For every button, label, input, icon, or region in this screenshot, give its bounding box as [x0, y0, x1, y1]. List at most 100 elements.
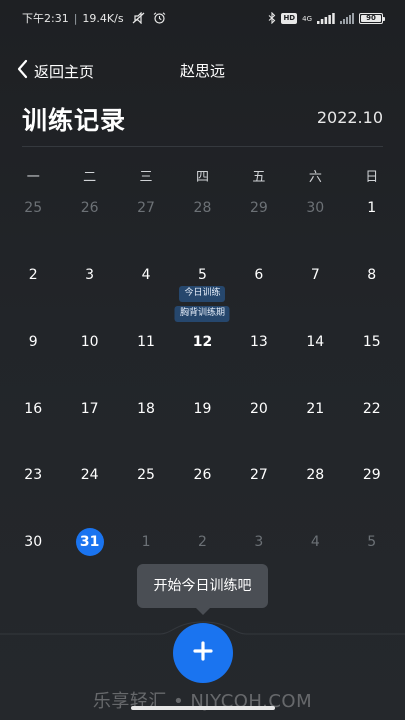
battery-level: 90: [361, 15, 381, 22]
status-right: HD 4G 90: [268, 9, 385, 28]
calendar-week-row: 30 31 1 2 3 4 5: [5, 527, 400, 557]
day-number: 25: [137, 467, 155, 483]
training-tag[interactable]: 胸背训练期: [174, 306, 230, 322]
calendar-day[interactable]: 25: [5, 193, 61, 223]
add-training-button[interactable]: [173, 623, 233, 683]
day-number: 19: [193, 401, 212, 417]
calendar-day[interactable]: 30: [287, 193, 343, 223]
day-number: 25: [24, 200, 43, 216]
day-number: 14: [306, 334, 325, 350]
calendar-day[interactable]: 11: [118, 327, 174, 357]
calendar-day[interactable]: 14: [287, 327, 343, 357]
calendar-day[interactable]: 2: [5, 260, 61, 290]
day-number: 2: [198, 534, 207, 550]
calendar-day[interactable]: 21: [287, 394, 343, 424]
calendar-day[interactable]: 1: [118, 527, 174, 557]
calendar-day[interactable]: 29: [344, 460, 400, 490]
day-number: 15: [362, 334, 381, 350]
calendar-day[interactable]: 20: [231, 394, 287, 424]
calendar-day[interactable]: 29: [231, 193, 287, 223]
calendar-day[interactable]: 5 今日训练胸背训练期: [174, 260, 230, 322]
calendar-day[interactable]: 6: [231, 260, 287, 290]
calendar-day[interactable]: 26: [61, 193, 117, 223]
calendar-day[interactable]: 3: [231, 527, 287, 557]
status-separator: |: [73, 12, 78, 25]
weekday-sun: 日: [365, 170, 379, 185]
network-type: 4G: [302, 14, 312, 23]
bluetooth-icon: [268, 9, 276, 28]
weekday-thu: 四: [195, 170, 209, 185]
battery-icon: 90: [359, 13, 385, 24]
calendar-day-selected[interactable]: 31: [61, 527, 117, 557]
calendar-day[interactable]: 26: [174, 460, 230, 490]
page-title: 训练记录: [22, 106, 127, 135]
day-number: 29: [249, 200, 268, 216]
day-number: 9: [28, 334, 38, 350]
calendar-day[interactable]: 8: [344, 260, 400, 290]
weekday-mon: 一: [26, 170, 40, 185]
calendar-day[interactable]: 13: [231, 327, 287, 357]
calendar-day[interactable]: 12: [174, 327, 230, 357]
calendar-day[interactable]: 30: [5, 527, 61, 557]
calendar-day[interactable]: 28: [174, 193, 230, 223]
calendar-week-row: 16 17 18 19 20 21 22: [5, 394, 400, 424]
signal-bars-secondary-icon: [340, 9, 354, 28]
calendar-day[interactable]: 16: [5, 394, 61, 424]
home-indicator[interactable]: [131, 706, 275, 710]
calendar-day[interactable]: 24: [61, 460, 117, 490]
calendar-day[interactable]: 9: [5, 327, 61, 357]
calendar-day[interactable]: 15: [344, 327, 400, 357]
day-number: 1: [367, 200, 377, 216]
calendar-day[interactable]: 2: [174, 527, 230, 557]
calendar-day[interactable]: 19: [174, 394, 230, 424]
calendar-day[interactable]: 4: [287, 527, 343, 557]
training-tag[interactable]: 今日训练: [179, 286, 226, 302]
calendar-day[interactable]: 5: [344, 527, 400, 557]
weekday-fri: 五: [252, 170, 266, 185]
day-number: 6: [254, 267, 264, 283]
calendar-day[interactable]: 25: [118, 460, 174, 490]
day-number: 23: [24, 467, 43, 483]
calendar-day[interactable]: 3: [61, 260, 117, 290]
day-number: 26: [193, 467, 212, 483]
day-number: 22: [362, 401, 381, 417]
nav-title: 赵思远: [179, 62, 225, 80]
day-number: 3: [254, 534, 264, 550]
day-number: 30: [24, 534, 43, 550]
status-left: 下午2:31 | 19.4K/s: [22, 10, 166, 27]
calendar-day[interactable]: 1: [344, 193, 400, 223]
day-number: 27: [249, 467, 268, 483]
hd-badge: HD: [281, 13, 298, 24]
calendar-day[interactable]: 27: [118, 193, 174, 223]
day-number: 29: [362, 467, 381, 483]
day-number: 18: [137, 401, 155, 417]
calendar-day[interactable]: 28: [287, 460, 343, 490]
calendar-day[interactable]: 10: [61, 327, 117, 357]
day-number: 8: [367, 267, 377, 283]
title-divider: [22, 146, 383, 147]
day-number: 1: [141, 534, 151, 550]
calendar-day[interactable]: 23: [5, 460, 61, 490]
calendar-week-row: 2 3 4 5 今日训练胸背训练期 6 7 8: [5, 260, 400, 322]
calendar-day[interactable]: 22: [344, 394, 400, 424]
day-number: 4: [310, 534, 320, 550]
day-number: 12: [192, 334, 213, 350]
calendar-week-row: 9 10 11 12 13 14 15: [5, 327, 400, 357]
calendar-week-row: 25 26 27 28 29 30 1: [5, 193, 400, 223]
status-time: 下午2:31: [22, 12, 69, 25]
day-number: 3: [85, 267, 95, 283]
calendar-day[interactable]: 17: [61, 394, 117, 424]
day-number: 16: [24, 401, 43, 417]
day-number: 7: [310, 267, 320, 283]
calendar-day[interactable]: 7: [287, 260, 343, 290]
calendar-day[interactable]: 18: [118, 394, 174, 424]
day-number: 10: [80, 334, 99, 350]
calendar-day[interactable]: 4: [118, 260, 174, 290]
month-label[interactable]: 2022.10: [317, 108, 383, 127]
calendar-day[interactable]: 27: [231, 460, 287, 490]
day-number: 30: [306, 200, 325, 216]
alarm-clock-icon: [153, 12, 166, 27]
day-number: 27: [137, 200, 155, 216]
day-number: 5: [198, 267, 207, 283]
day-number: 28: [306, 467, 325, 483]
